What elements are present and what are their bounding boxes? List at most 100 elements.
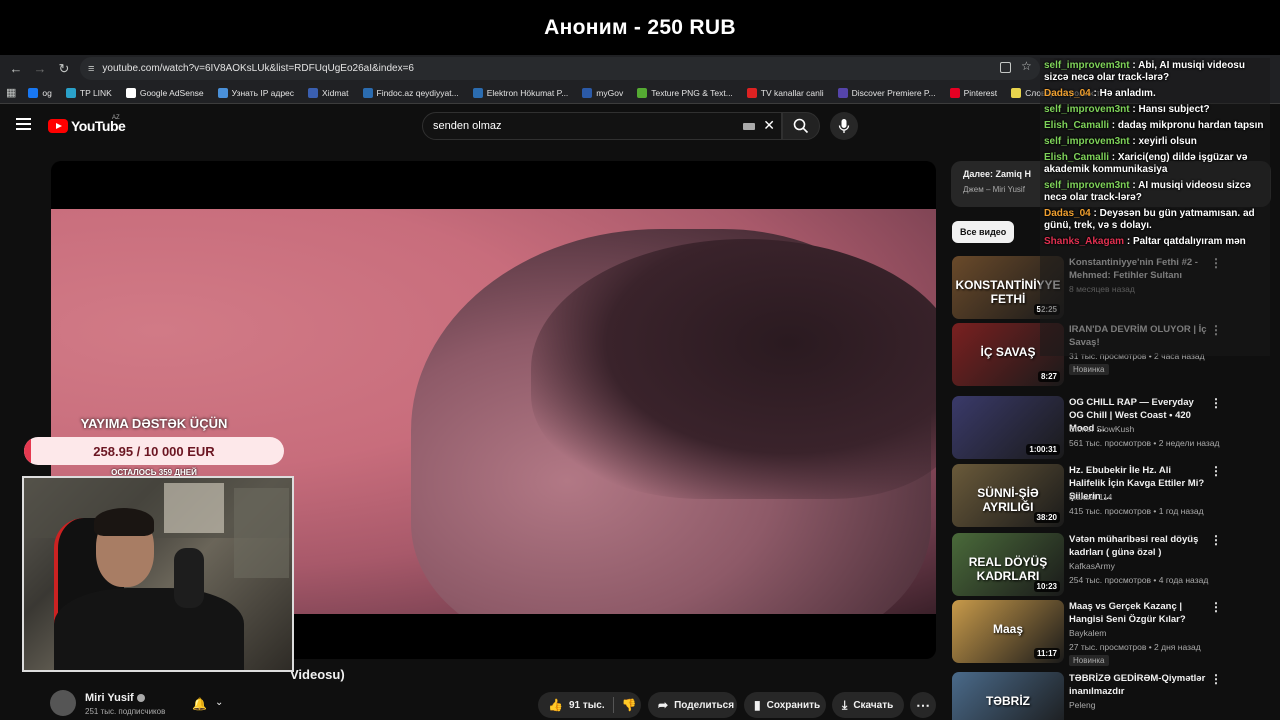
- recommendation-item[interactable]: 1:00:31 OG CHILL RAP — Everyday OG Chill …: [952, 396, 1272, 462]
- bookmark-label: TP LINK: [79, 87, 112, 98]
- chat-text: dadaş mikpronu hardan tapsın: [1117, 120, 1264, 131]
- search-button[interactable]: [782, 112, 820, 140]
- webcam-poster: [164, 483, 224, 533]
- bookmark-label: og: [42, 87, 52, 98]
- recommendation-thumbnail[interactable]: 1:00:31: [952, 396, 1064, 459]
- bookmark-item[interactable]: TP LINK: [65, 87, 112, 98]
- avatar[interactable]: [50, 690, 76, 716]
- bookmark-favicon-icon: [1011, 87, 1022, 98]
- hamburger-menu-icon[interactable]: [16, 118, 31, 130]
- bookmark-favicon-icon: [582, 87, 593, 98]
- chat-message: self_improvem3nt : AI musiqi videosu siz…: [1040, 178, 1270, 206]
- search-query: senden olmaz: [433, 120, 502, 132]
- bookmark-item[interactable]: Texture PNG & Text...: [637, 87, 733, 98]
- stream-chat-overlay: self_improvem3nt : Abi, AI musiqi videos…: [1040, 58, 1270, 356]
- more-vert-icon[interactable]: ⋮: [1210, 464, 1222, 478]
- recommendation-channel[interactable]: Stoner SlowKush: [1069, 424, 1134, 434]
- back-arrow-icon[interactable]: ←: [4, 57, 28, 81]
- recommendation-channel[interactable]: Baykalem: [1069, 628, 1106, 638]
- chat-username: self_improvem3nt: [1044, 60, 1130, 71]
- dislike-icon[interactable]: 👎: [622, 698, 637, 712]
- bookmark-label: Google AdSense: [139, 87, 204, 98]
- keyboard-icon[interactable]: [743, 123, 755, 130]
- channel-name-text: Miri Yusif: [85, 692, 134, 704]
- chip-all-videos[interactable]: Все видео: [952, 221, 1015, 243]
- bookmark-item[interactable]: Discover Premiere P...: [837, 87, 936, 98]
- recommendation-channel-text: Stoner SlowKush: [1069, 424, 1135, 434]
- like-count[interactable]: 91 тыс.: [569, 700, 605, 711]
- recommendation-channel[interactable]: Maksat 114: [1069, 492, 1112, 502]
- recommendation-item[interactable]: SÜNNİ-ŞİƏ AYRILIĞI 38:20 Hz. Ebubekir İle …: [952, 464, 1272, 530]
- bookmark-item[interactable]: Google AdSense: [125, 87, 204, 98]
- chat-message: Elish_Camalli : dadaş mikpronu hardan ta…: [1040, 118, 1270, 134]
- recommendation-meta: 415 тыс. просмотров • 1 год назад: [1069, 506, 1204, 516]
- site-settings-icon[interactable]: ≡: [88, 63, 94, 75]
- recommendation-item[interactable]: REAL DÖYÜŞ KADRLARI 10:23 Vətən müharibəsi…: [952, 533, 1272, 599]
- voice-search-button[interactable]: [830, 112, 858, 140]
- recommendation-channel[interactable]: KafkasArmy: [1069, 561, 1115, 571]
- bookmark-label: Texture PNG & Text...: [651, 87, 733, 98]
- forward-arrow-icon[interactable]: →: [28, 57, 52, 81]
- recommendation-thumbnail[interactable]: Maaş 11:17: [952, 600, 1064, 663]
- save-button[interactable]: ▮ Сохранить: [744, 692, 826, 718]
- search-input[interactable]: senden olmaz ✕: [422, 112, 782, 140]
- video-duration: 11:17: [1033, 648, 1060, 659]
- address-bar[interactable]: ≡ youtube.com/watch?v=6IV8AOKsLUk&list=R…: [80, 57, 1040, 80]
- chat-username: self_improvem3nt: [1044, 136, 1130, 147]
- close-icon[interactable]: ✕: [763, 117, 775, 134]
- recommendation-thumbnail[interactable]: REAL DÖYÜŞ KADRLARI 10:23: [952, 533, 1064, 596]
- recommendation-channel[interactable]: Peleng: [1069, 700, 1095, 710]
- webcam-overlay: [22, 476, 294, 672]
- recommendation-thumbnail[interactable]: TƏBRİZ: [952, 672, 1064, 720]
- install-app-icon[interactable]: [1000, 62, 1011, 73]
- channel-name[interactable]: Miri Yusif: [85, 692, 145, 704]
- bookmark-label: Узнать IP адрес: [231, 87, 295, 98]
- chat-username: Elish_Camalli: [1044, 152, 1110, 163]
- bell-icon[interactable]: 🔔: [192, 697, 207, 711]
- more-actions-button[interactable]: ⋯: [910, 692, 936, 718]
- subscriber-count: 251 тыс. подписчиков: [85, 707, 166, 716]
- apps-grid-icon[interactable]: ▦: [6, 86, 16, 99]
- more-vert-icon[interactable]: ⋮: [1210, 396, 1222, 410]
- bookmark-favicon-icon: [28, 87, 39, 98]
- like-icon[interactable]: 👍: [548, 698, 563, 712]
- reload-icon[interactable]: ↻: [52, 57, 76, 81]
- bookmark-item[interactable]: og: [28, 87, 52, 98]
- bookmark-label: myGov: [596, 87, 624, 98]
- share-button[interactable]: ➦ Поделиться: [648, 692, 737, 718]
- more-vert-icon[interactable]: ⋮: [1210, 533, 1222, 547]
- chat-separator: :: [1109, 120, 1118, 131]
- recommendation-meta: 27 тыс. просмотров • 2 дня назад: [1069, 642, 1201, 652]
- video-title: Videosu): [290, 667, 345, 682]
- recommendation-title[interactable]: Maaş vs Gerçek Kazanç | Hangisi Seni Özg…: [1069, 600, 1209, 626]
- bookmark-item[interactable]: myGov: [582, 87, 624, 98]
- recommendation-channel-text: KafkasArmy: [1069, 561, 1115, 571]
- bookmark-star-icon[interactable]: ☆: [1021, 59, 1032, 73]
- url-text: youtube.com/watch?v=6IV8AOKsLUk&list=RDF…: [102, 63, 414, 74]
- bookmark-label: Findoc.az qeydiyyat...: [376, 87, 459, 98]
- bookmark-item[interactable]: Узнать IP адрес: [217, 87, 295, 98]
- support-goal-label: YAYIMA DƏSTƏK ÜÇÜN: [80, 416, 228, 431]
- download-button[interactable]: ⤓ Скачать: [832, 692, 904, 718]
- bookmark-item[interactable]: Xidmat: [308, 87, 349, 98]
- recommendation-thumbnail[interactable]: SÜNNİ-ŞİƏ AYRILIĞI 38:20: [952, 464, 1064, 527]
- recommendation-title[interactable]: TƏBRİZƏ GEDİRƏM-Qiymətlər inanılmazdır: [1069, 672, 1209, 698]
- more-vert-icon[interactable]: ⋮: [1210, 600, 1222, 614]
- bookmark-item[interactable]: Findoc.az qeydiyyat...: [362, 87, 459, 98]
- chevron-down-icon[interactable]: ⌄: [215, 697, 223, 708]
- chat-separator: :: [1124, 236, 1133, 247]
- bookmark-item[interactable]: Pinterest: [949, 87, 997, 98]
- bookmark-item[interactable]: Elektron Hökumat P...: [472, 87, 569, 98]
- bookmark-favicon-icon: [362, 87, 373, 98]
- like-divider: [612, 697, 614, 713]
- bookmark-item[interactable]: TV kanallar canli: [746, 87, 824, 98]
- more-vert-icon[interactable]: ⋮: [1210, 672, 1222, 686]
- chat-message: Dadas_04 : Deyəsən bu gün yatmamısan. ad…: [1040, 206, 1270, 234]
- recommendation-item[interactable]: TƏBRİZ TƏBRİZƏ GEDİRƏM-Qiymətlər inanılma…: [952, 672, 1272, 720]
- recommendation-title[interactable]: Vətən müharibəsi real döyüş kadrları ( g…: [1069, 533, 1209, 559]
- recommendation-item[interactable]: Maaş 11:17 Maaş vs Gerçek Kazanç | Hangisi…: [952, 600, 1272, 666]
- chat-message: self_improvem3nt : Hansı subject?: [1040, 102, 1270, 118]
- bookmark-label: Elektron Hökumat P...: [486, 87, 569, 98]
- save-label: Сохранить: [766, 699, 821, 711]
- youtube-logo[interactable]: YouTube AZ: [48, 115, 126, 134]
